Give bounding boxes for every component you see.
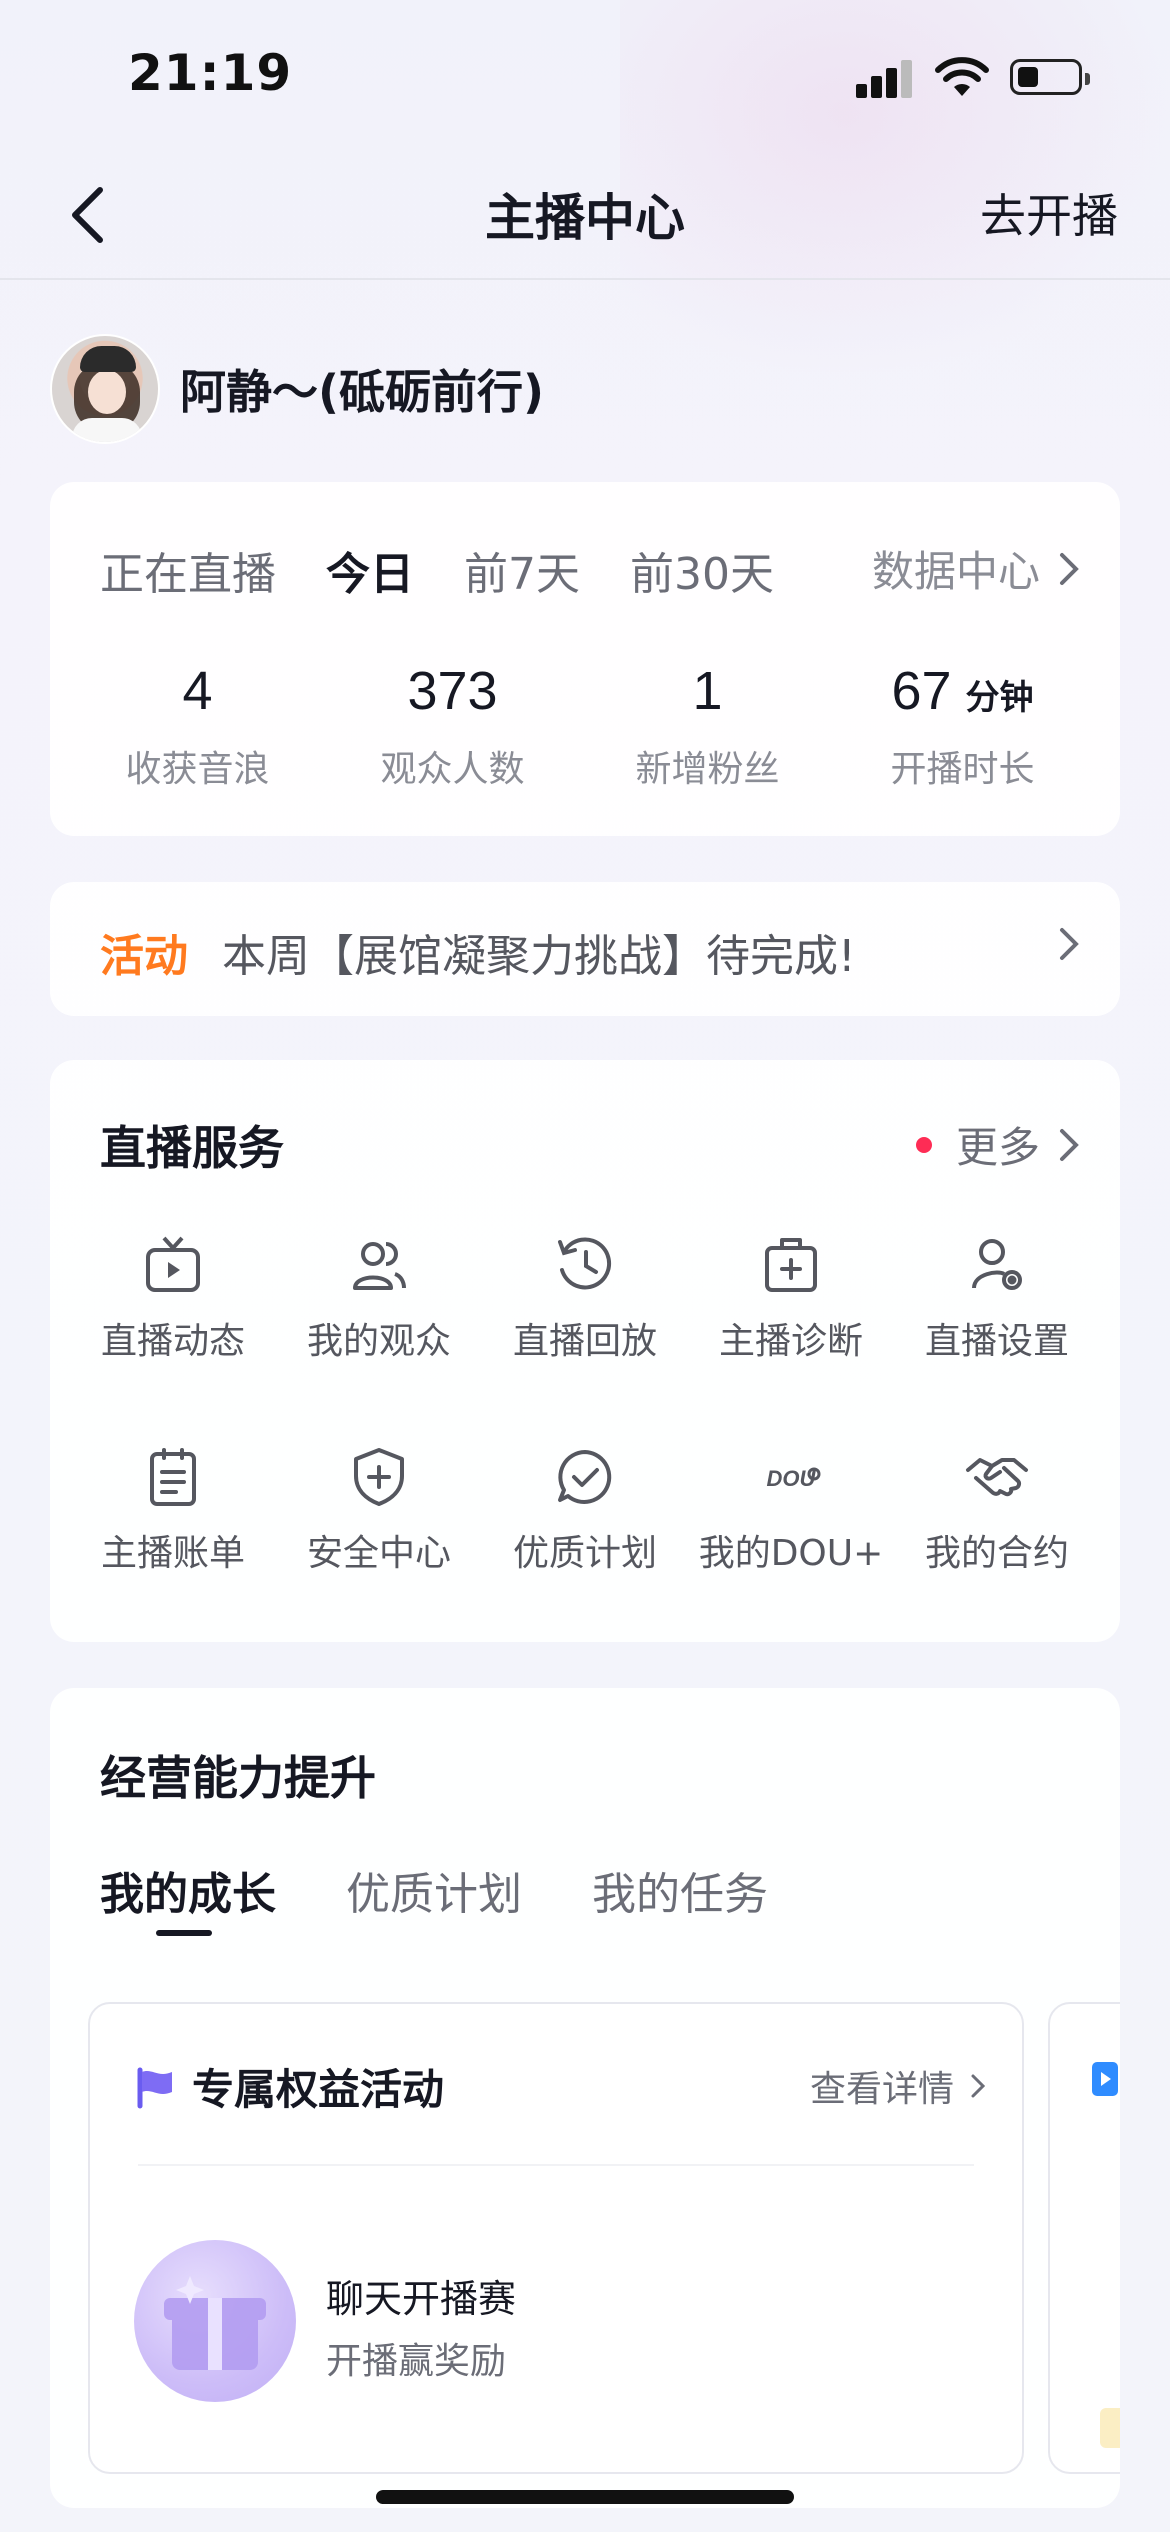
svg-text:DOU: DOU xyxy=(767,1466,817,1491)
stats-period-tabs: 正在直播 今日 前7天 前30天 xyxy=(100,538,824,602)
bill-icon xyxy=(150,1448,196,1506)
service-my-audience[interactable]: 我的观众 xyxy=(276,1230,482,1364)
go-live-button[interactable]: 去开播 xyxy=(980,180,1118,246)
play-icon xyxy=(1092,2062,1118,2096)
service-security-center[interactable]: 安全中心 xyxy=(276,1442,482,1576)
chevron-right-icon xyxy=(971,2074,986,2098)
stat-value: 373 xyxy=(407,661,498,721)
gift-icon xyxy=(134,2240,296,2402)
tab-my-tasks[interactable]: 我的任务 xyxy=(592,1858,768,1922)
service-label: 直播回放 xyxy=(512,1321,657,1362)
service-label: 优质计划 xyxy=(512,1533,657,1574)
stat-label: 观众人数 xyxy=(380,749,525,790)
tab-my-growth[interactable]: 我的成长 xyxy=(100,1858,276,1936)
navigation-bar: 主播中心 去开播 xyxy=(0,150,1170,280)
handshake-icon xyxy=(966,1458,1028,1497)
divider xyxy=(138,2164,974,2166)
stat-label: 收获音浪 xyxy=(125,749,270,790)
service-label: 安全中心 xyxy=(306,1533,451,1574)
stat-value: 4 xyxy=(182,661,213,721)
service-label: 主播诊断 xyxy=(718,1321,863,1362)
service-live-settings[interactable]: 直播设置 xyxy=(894,1230,1100,1364)
status-time: 21:19 xyxy=(128,44,293,102)
service-my-contract[interactable]: 我的合约 xyxy=(894,1442,1100,1576)
services-grid: 直播动态 我的观众 直播回放 主播诊断 直播设置 主播账单 安全中心 优质计划 xyxy=(70,1230,1100,1576)
more-services-link[interactable]: 更多 xyxy=(915,1114,1080,1175)
flag-icon xyxy=(137,2067,172,2108)
business-growth-card: 经营能力提升 我的成长 优质计划 我的任务 专属权益活动 查看详情 聊天开播赛 … xyxy=(50,1688,1120,2508)
service-label: 我的合约 xyxy=(924,1533,1069,1574)
stat-viewers[interactable]: 373 观众人数 xyxy=(325,660,580,792)
service-streamer-bill[interactable]: 主播账单 xyxy=(70,1442,276,1576)
service-label: 直播动态 xyxy=(100,1321,245,1362)
activity-banner[interactable]: 活动 本周【展馆凝聚力挑战】待完成! xyxy=(50,882,1120,1016)
service-live-replay[interactable]: 直播回放 xyxy=(482,1230,688,1364)
replay-icon xyxy=(558,1237,612,1290)
data-center-link[interactable]: 数据中心 xyxy=(872,538,1080,599)
section-title: 直播服务 xyxy=(100,1121,284,1175)
avatar[interactable] xyxy=(50,334,160,444)
view-details-label: 查看详情 xyxy=(809,2069,954,2110)
stat-value: 67 分钟 xyxy=(891,661,1034,721)
chevron-right-icon xyxy=(1060,928,1079,960)
service-label: 我的DOU+ xyxy=(698,1533,884,1574)
streamer-name: 阿静～(砥砺前行) xyxy=(180,365,545,419)
tab-last-7-days[interactable]: 前7天 xyxy=(464,538,580,602)
tv-icon xyxy=(146,1236,200,1292)
user-settings-icon xyxy=(972,1239,1022,1290)
status-bar: 21:19 xyxy=(0,0,1170,150)
stats-card: 正在直播 今日 前7天 前30天 数据中心 4 收获音浪 373 观众人数 1 … xyxy=(50,482,1120,836)
stat-new-followers[interactable]: 1 新增粉丝 xyxy=(580,660,835,792)
service-label: 直播设置 xyxy=(924,1321,1069,1362)
section-title: 经营能力提升 xyxy=(100,1751,376,1805)
tab-quality-plan[interactable]: 优质计划 xyxy=(346,1858,522,1922)
decoration xyxy=(1100,2408,1120,2448)
service-label: 我的观众 xyxy=(306,1321,451,1362)
event-subtitle: 开播赢奖励 xyxy=(326,2341,507,2382)
live-services-card: 直播服务 更多 直播动态 我的观众 直播回放 主播诊断 直播设置 主播账单 安全… xyxy=(50,1060,1120,1642)
chevron-right-icon xyxy=(1060,552,1079,585)
cellular-signal-icon xyxy=(856,58,914,98)
notification-dot xyxy=(915,1136,932,1153)
check-chat-icon xyxy=(558,1450,612,1504)
dou-icon: DOU xyxy=(767,1466,821,1491)
users-icon xyxy=(353,1242,406,1290)
activity-text: 本周【展馆凝聚力挑战】待完成! xyxy=(222,931,856,982)
next-card-peek[interactable] xyxy=(1048,2002,1120,2474)
view-details-link[interactable]: 查看详情 xyxy=(810,2060,986,2112)
data-center-label: 数据中心 xyxy=(871,547,1040,596)
service-live-updates[interactable]: 直播动态 xyxy=(70,1230,276,1364)
service-label: 主播账单 xyxy=(100,1533,245,1574)
wifi-icon xyxy=(935,57,989,96)
stats-values: 4 收获音浪 373 观众人数 1 新增粉丝 67 分钟 开播时长 xyxy=(50,660,1120,792)
stat-value: 1 xyxy=(692,661,723,721)
chevron-right-icon xyxy=(1060,1128,1079,1161)
stat-unit: 分钟 xyxy=(965,679,1034,717)
exclusive-benefits-card[interactable]: 专属权益活动 查看详情 聊天开播赛 开播赢奖励 xyxy=(88,2002,1024,2474)
medkit-icon xyxy=(765,1238,817,1292)
stat-label: 开播时长 xyxy=(890,749,1035,790)
battery-icon xyxy=(1010,59,1090,95)
benefit-header: 专属权益活动 xyxy=(132,2056,444,2117)
home-indicator[interactable] xyxy=(376,2490,794,2504)
service-quality-plan[interactable]: 优质计划 xyxy=(482,1442,688,1576)
tab-today[interactable]: 今日 xyxy=(326,538,414,602)
benefit-title: 专属权益活动 xyxy=(192,2065,445,2114)
growth-tabs: 我的成长 优质计划 我的任务 xyxy=(100,1858,838,1936)
stat-sound-waves[interactable]: 4 收获音浪 xyxy=(70,660,325,792)
service-my-dou-plus[interactable]: DOU 我的DOU+ xyxy=(688,1442,894,1576)
streamer-profile[interactable]: 阿静～(砥砺前行) xyxy=(50,334,544,444)
tab-live-now[interactable]: 正在直播 xyxy=(100,538,276,602)
shield-icon xyxy=(354,1448,404,1506)
tab-last-30-days[interactable]: 前30天 xyxy=(630,538,774,602)
service-streamer-diagnosis[interactable]: 主播诊断 xyxy=(688,1230,894,1364)
stat-live-duration[interactable]: 67 分钟 开播时长 xyxy=(835,660,1090,792)
event-name: 聊天开播赛 xyxy=(326,2277,517,2321)
stat-label: 新增粉丝 xyxy=(635,749,780,790)
more-label: 更多 xyxy=(955,1123,1040,1172)
activity-tag: 活动 xyxy=(100,931,188,982)
